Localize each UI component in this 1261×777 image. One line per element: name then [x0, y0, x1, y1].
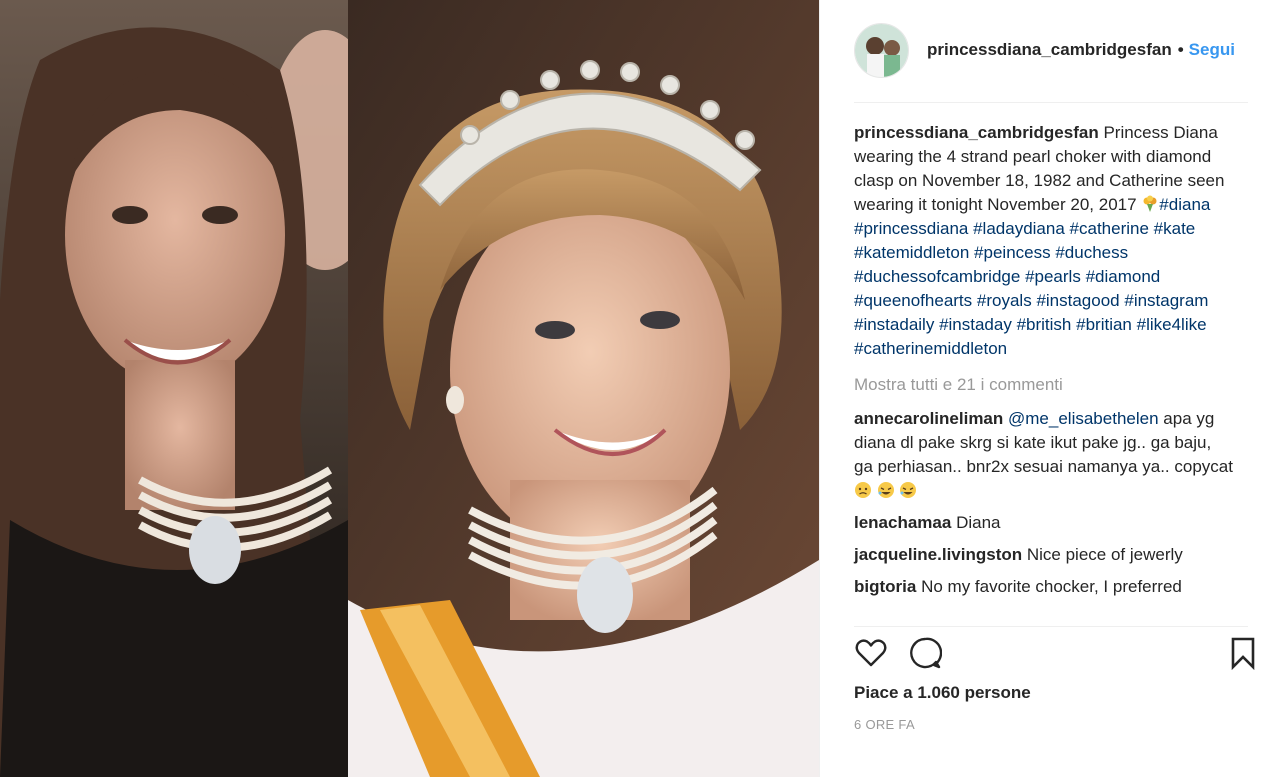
- comment-item: lenachamaa Diana: [854, 511, 1234, 535]
- post-username[interactable]: princessdiana_cambridgesfan: [927, 40, 1172, 60]
- post-actions: [854, 636, 1255, 672]
- view-all-comments-link[interactable]: Mostra tutti e 21 i commenti: [854, 373, 1234, 397]
- comment-text: Diana: [956, 513, 1001, 532]
- hashtag-link[interactable]: #peincess: [974, 243, 1051, 262]
- avatar[interactable]: [854, 22, 909, 78]
- hashtag-link[interactable]: #instadaily: [854, 315, 934, 334]
- comment-username[interactable]: jacqueline.livingston: [854, 545, 1022, 564]
- hashtag-link[interactable]: #duchessofcambridge: [854, 267, 1020, 286]
- comment-username[interactable]: bigtoria: [854, 577, 916, 596]
- hashtag-link[interactable]: #pearls: [1025, 267, 1081, 286]
- disappointed-face-emoji-icon: [855, 482, 871, 498]
- caption-username[interactable]: princessdiana_cambridgesfan: [854, 123, 1099, 142]
- hashtag-link[interactable]: #duchess: [1055, 243, 1128, 262]
- diana-earring: [446, 386, 464, 414]
- bouquet-emoji-icon: [1143, 195, 1157, 212]
- hashtag-link[interactable]: #ladaydiana: [973, 219, 1065, 238]
- hashtag-link[interactable]: #queenofhearts: [854, 291, 972, 310]
- hashtag-link[interactable]: #kate: [1154, 219, 1196, 238]
- comment-username[interactable]: annecarolineliman: [854, 409, 1003, 428]
- comment-text: No my favorite chocker, I preferred: [921, 577, 1182, 596]
- hashtag-link[interactable]: #katemiddleton: [854, 243, 969, 262]
- hashtag-link[interactable]: #instagood: [1036, 291, 1119, 310]
- separator-dot: •: [1177, 40, 1184, 59]
- hashtag-link[interactable]: #diana: [1159, 195, 1210, 214]
- hashtag-link[interactable]: #instagram: [1124, 291, 1208, 310]
- comment-item: jacqueline.livingston Nice piece of jewe…: [854, 543, 1234, 567]
- comment-mention[interactable]: @me_elisabethelen: [1008, 409, 1159, 428]
- collage-image: [0, 0, 819, 777]
- post-side-panel: princessdiana_cambridgesfan • Segui prin…: [819, 0, 1261, 777]
- comment-item: annecarolineliman @me_elisabethelen apa …: [854, 407, 1234, 503]
- hashtag-link[interactable]: #instaday: [939, 315, 1012, 334]
- post-header: princessdiana_cambridgesfan • Segui: [854, 20, 1249, 80]
- header-divider: [854, 102, 1248, 103]
- hashtag-link[interactable]: #britian: [1076, 315, 1132, 334]
- hashtag-link[interactable]: #british: [1017, 315, 1072, 334]
- hashtag-link[interactable]: #catherinemiddleton: [854, 339, 1007, 358]
- bookmark-icon[interactable]: [1226, 636, 1260, 670]
- rofl-emoji-icon: [900, 482, 917, 498]
- comment-username[interactable]: lenachamaa: [854, 513, 951, 532]
- hashtag-link[interactable]: #diamond: [1086, 267, 1161, 286]
- catherine-neck: [125, 360, 235, 510]
- heart-icon[interactable]: [854, 636, 888, 670]
- follow-button[interactable]: Segui: [1189, 40, 1235, 60]
- comment-item: bigtoria No my favorite chocker, I prefe…: [854, 575, 1234, 599]
- avatar-image: [855, 23, 908, 77]
- comment-bubble-icon[interactable]: [908, 636, 942, 670]
- actions-divider: [854, 626, 1248, 627]
- caption: princessdiana_cambridgesfan Princess Dia…: [854, 121, 1234, 361]
- hashtag-link[interactable]: #royals: [977, 291, 1032, 310]
- rofl-emoji-icon: [877, 482, 894, 498]
- post-photo[interactable]: [0, 0, 819, 777]
- hashtag-link[interactable]: #princessdiana: [854, 219, 968, 238]
- hashtag-link[interactable]: #catherine: [1070, 219, 1149, 238]
- hashtag-link[interactable]: #like4like: [1137, 315, 1207, 334]
- comments-section: princessdiana_cambridgesfan Princess Dia…: [854, 121, 1234, 607]
- likes-count[interactable]: Piace a 1.060 persone: [854, 683, 1031, 703]
- post-timestamp: 6 ORE FA: [854, 717, 915, 732]
- caption-hashtags: #diana #princessdiana #ladaydiana #cathe…: [854, 195, 1210, 358]
- comment-text: Nice piece of jewerly: [1026, 545, 1183, 564]
